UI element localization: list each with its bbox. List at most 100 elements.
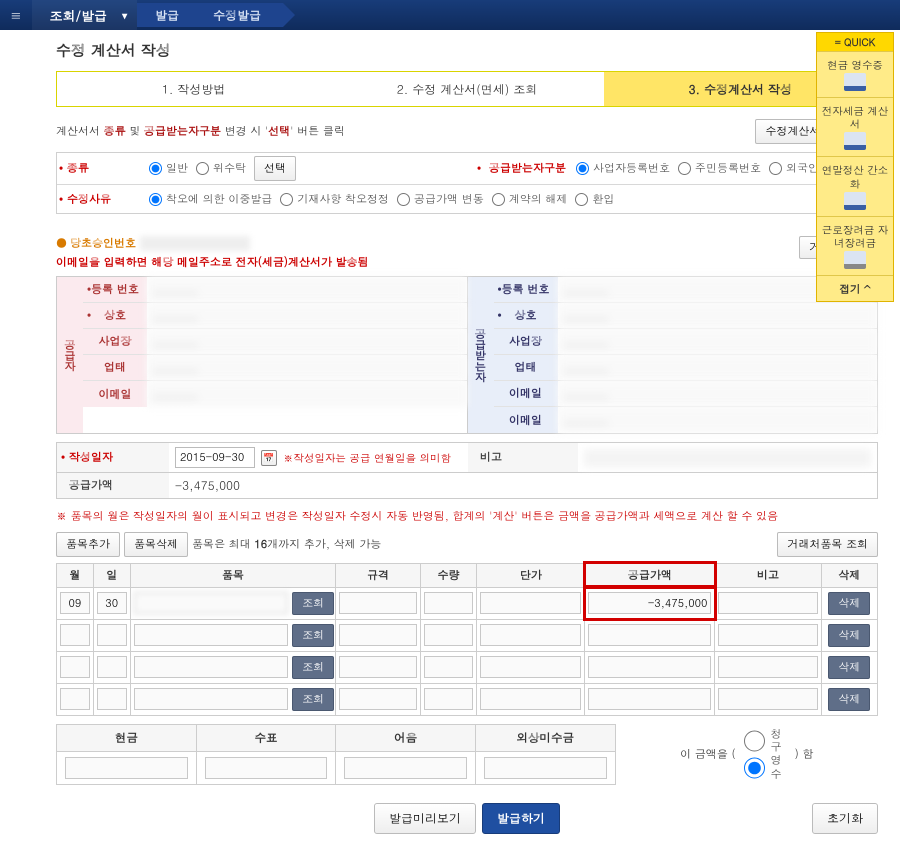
row3-price[interactable] — [480, 688, 581, 710]
blurred-value: .......... — [147, 277, 467, 302]
row1-item[interactable] — [134, 624, 289, 646]
row2-spec[interactable] — [339, 656, 416, 678]
quick-item-3[interactable]: 근로장려금 자녀장려금 — [817, 216, 893, 275]
row0-qty[interactable] — [424, 592, 473, 614]
quick-item-0[interactable]: 현금 영수증 — [817, 51, 893, 97]
th-item: 품목 — [130, 563, 336, 587]
btn-item-add[interactable]: 품목추가 — [56, 532, 120, 557]
btn-issue[interactable]: 발급하기 — [482, 803, 560, 834]
recipient-opt-1[interactable]: 주민등록번호 — [678, 161, 761, 176]
summ-note: 어음 — [336, 724, 476, 751]
calendar-icon[interactable]: 📅 — [261, 450, 277, 466]
breadcrumb: 발급 수정발급 — [137, 3, 277, 27]
row3-qty[interactable] — [424, 688, 473, 710]
crumb-1[interactable]: 발급 — [137, 3, 201, 27]
quick-item-2[interactable]: 연말정산 간소화 — [817, 156, 893, 215]
th-spec: 규격 — [336, 563, 420, 587]
row3-month[interactable] — [60, 688, 90, 710]
summ-check: 수표 — [196, 724, 336, 751]
nav-dropdown[interactable]: 조회/발급 — [32, 0, 137, 30]
row0-price[interactable] — [480, 592, 581, 614]
row3-search[interactable]: 조회 — [292, 688, 334, 711]
row1-supply[interactable] — [588, 624, 711, 646]
reason-opt-2[interactable]: 공급가액 변동 — [397, 192, 484, 207]
seller-email-label: 이메일 — [83, 381, 147, 407]
row3-item[interactable] — [134, 688, 289, 710]
row2-delete[interactable]: 삭제 — [828, 656, 870, 679]
reason-opt-4[interactable]: 환입 — [575, 192, 614, 207]
seller-addr-label: 사업장 — [83, 329, 147, 354]
row1-search[interactable]: 조회 — [292, 624, 334, 647]
quick-collapse[interactable]: 접기 ^ — [817, 275, 893, 301]
row2-search[interactable]: 조회 — [292, 656, 334, 679]
date-note: ※작성일자는 공급 연월일을 의미함 — [283, 450, 451, 465]
th-day: 일 — [93, 563, 130, 587]
btn-preview[interactable]: 발급미리보기 — [374, 803, 476, 834]
row1-spec[interactable] — [339, 624, 416, 646]
row1-day[interactable] — [97, 624, 127, 646]
party-panel: 공급자 등록 번호.......... 상호.......... 사업장....… — [56, 276, 878, 434]
claim-opt-0[interactable]: 청구 — [744, 728, 783, 754]
btn-item-del[interactable]: 품목삭제 — [124, 532, 188, 557]
row1-price[interactable] — [480, 624, 581, 646]
step-1[interactable]: 1. 작성방법 — [57, 72, 330, 106]
th-note: 비고 — [715, 563, 821, 587]
kind-select-button[interactable]: 선택 — [254, 156, 296, 181]
recipient-opt-2[interactable]: 외국인 — [769, 161, 819, 176]
quick-title: = QUICK — [817, 33, 893, 51]
row3-spec[interactable] — [339, 688, 416, 710]
row0-supply[interactable] — [588, 592, 711, 614]
row0-day[interactable] — [97, 592, 127, 614]
row1-note[interactable] — [718, 624, 817, 646]
row0-spec[interactable] — [339, 592, 416, 614]
kind-label: 종류 — [57, 161, 143, 176]
claim-opt-1[interactable]: 영수 — [744, 754, 783, 780]
hamburger-icon[interactable]: ≡ — [0, 5, 32, 25]
date-input[interactable] — [175, 447, 255, 468]
quick-item-1[interactable]: 전자세금 계산서 — [817, 97, 893, 156]
row3-note[interactable] — [718, 688, 817, 710]
row1-month[interactable] — [60, 624, 90, 646]
row0-search[interactable]: 조회 — [292, 592, 334, 615]
btn-item-lookup[interactable]: 거래처품목 조회 — [777, 532, 878, 557]
row2-supply[interactable] — [588, 656, 711, 678]
item-limit-note: 품목은 최대 16개까지 추가, 삭제 가능 — [192, 537, 381, 552]
buyer-header: 공급받는자 — [468, 277, 494, 433]
claim-label: 이 금액을 ( — [680, 747, 735, 762]
supply-sum-value: -3,475,000 — [175, 477, 240, 494]
row3-delete[interactable]: 삭제 — [828, 688, 870, 711]
row0-item[interactable] — [134, 592, 289, 614]
row2-item[interactable] — [134, 656, 289, 678]
summ-note-input[interactable] — [344, 757, 467, 779]
approval-no-label: ● 당초승인번호 xxxxxxxxxxxxxx — [56, 236, 369, 251]
reason-opt-3[interactable]: 계약의 해제 — [492, 192, 568, 207]
row1-delete[interactable]: 삭제 — [828, 624, 870, 647]
row0-note[interactable] — [718, 592, 817, 614]
row3-day[interactable] — [97, 688, 127, 710]
btn-reset[interactable]: 초기화 — [812, 803, 878, 834]
quick-icon-1 — [844, 132, 866, 150]
row2-day[interactable] — [97, 656, 127, 678]
th-qty: 수량 — [420, 563, 476, 587]
summ-check-input[interactable] — [205, 757, 328, 779]
row2-price[interactable] — [480, 656, 581, 678]
reason-opt-0[interactable]: 착오에 의한 이중발급 — [149, 192, 272, 207]
table-row: 조회 삭제 — [57, 587, 878, 619]
kind-opt-general[interactable]: 일반 — [149, 161, 188, 176]
reason-opt-1[interactable]: 기재사항 착오정정 — [280, 192, 389, 207]
row0-month[interactable] — [60, 592, 90, 614]
row2-qty[interactable] — [424, 656, 473, 678]
row1-qty[interactable] — [424, 624, 473, 646]
summ-cash-input[interactable] — [65, 757, 188, 779]
claim-suffix: ) 함 — [795, 747, 814, 762]
summ-cash: 현금 — [57, 724, 197, 751]
row3-supply[interactable] — [588, 688, 711, 710]
row2-note[interactable] — [718, 656, 817, 678]
row0-delete[interactable]: 삭제 — [828, 592, 870, 615]
kind-opt-wisutak[interactable]: 위수탁 — [196, 161, 246, 176]
summ-credit-input[interactable] — [484, 757, 607, 779]
step-2[interactable]: 2. 수정 계산서(면세) 조회 — [330, 72, 603, 106]
supply-sum-label: 공급가액 — [57, 473, 169, 498]
row2-month[interactable] — [60, 656, 90, 678]
recipient-opt-0[interactable]: 사업자등록번호 — [576, 161, 670, 176]
